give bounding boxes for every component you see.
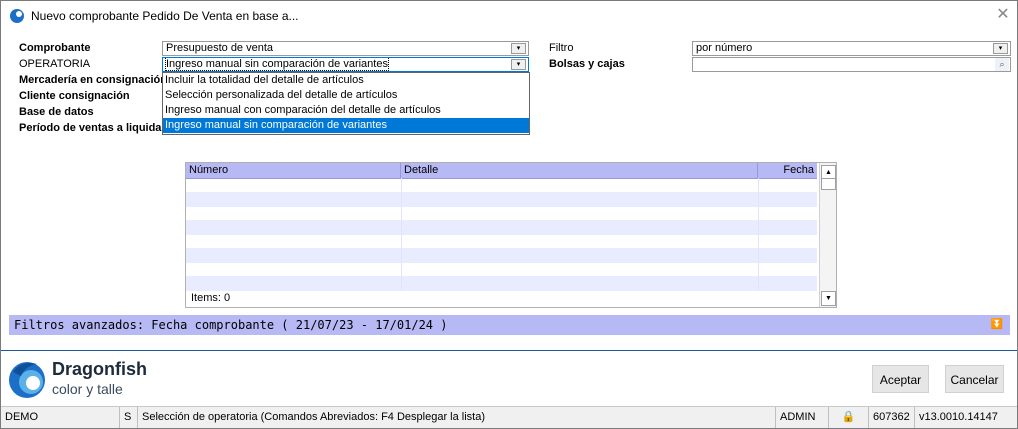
title-bar: Nuevo comprobante Pedido De Venta en bas… xyxy=(1,1,1017,31)
column-separator xyxy=(758,178,759,291)
table-row[interactable] xyxy=(186,193,817,207)
advanced-filters-bar[interactable]: Filtros avanzados: Fecha comprobante ( 2… xyxy=(9,315,1010,335)
mercaderia-consignacion-label: Mercadería en consignación xyxy=(19,74,167,86)
dragonfish-logo-icon xyxy=(9,362,45,398)
operatoria-dropdown-list[interactable]: Incluir la totalidad del detalle de artí… xyxy=(162,72,530,135)
status-code: 607362 xyxy=(869,407,915,428)
status-mode: S xyxy=(120,407,138,428)
dropdown-option[interactable]: Selección personalizada del detalle de a… xyxy=(163,88,529,103)
dropdown-option[interactable]: Incluir la totalidad del detalle de artí… xyxy=(163,73,529,88)
window-title: Nuevo comprobante Pedido De Venta en bas… xyxy=(31,9,299,23)
column-header-numero[interactable]: Número xyxy=(186,163,401,178)
chevron-down-icon[interactable]: ▾ xyxy=(511,43,526,54)
table-row[interactable] xyxy=(186,249,817,263)
column-header-detalle[interactable]: Detalle xyxy=(401,163,758,178)
table-row[interactable] xyxy=(186,207,817,221)
status-message: Selección de operatoria (Comandos Abrevi… xyxy=(138,407,776,428)
filtro-select[interactable]: por número ▾ xyxy=(692,41,1011,56)
accept-button[interactable]: Aceptar xyxy=(872,365,929,393)
operatoria-select[interactable]: Ingreso manual sin comparación de varian… xyxy=(162,57,529,72)
scroll-thumb[interactable] xyxy=(821,178,836,190)
scroll-down-icon[interactable]: ▼ xyxy=(821,291,836,306)
status-bar: DEMO S Selección de operatoria (Comandos… xyxy=(1,406,1017,428)
status-user: ADMIN xyxy=(776,407,829,428)
filtro-value: por número xyxy=(696,42,753,54)
table-row[interactable] xyxy=(186,179,817,193)
operatoria-label: OPERATORIA xyxy=(19,58,91,70)
dropdown-option-selected[interactable]: Ingreso manual sin comparación de varian… xyxy=(163,118,529,133)
column-separator xyxy=(401,178,402,291)
footer-divider xyxy=(1,350,1017,351)
bolsas-cajas-label: Bolsas y cajas xyxy=(549,58,625,70)
table-row[interactable] xyxy=(186,277,817,291)
chevron-down-icon[interactable]: ▾ xyxy=(993,43,1008,54)
periodo-ventas-label: Período de ventas a liquidar xyxy=(19,122,166,134)
comprobante-value: Presupuesto de venta xyxy=(166,42,274,54)
app-icon xyxy=(10,9,24,23)
table-row[interactable] xyxy=(186,235,817,249)
dropdown-option[interactable]: Ingreso manual con comparación del detal… xyxy=(163,103,529,118)
expand-icon[interactable]: ⏬ xyxy=(990,317,1004,332)
lock-icon: 🔒 xyxy=(829,407,869,428)
items-count: Items: 0 xyxy=(191,292,231,304)
table-row[interactable] xyxy=(186,221,817,235)
column-header-fecha[interactable]: Fecha xyxy=(758,163,817,178)
comprobante-label: Comprobante xyxy=(19,42,91,54)
close-icon[interactable]: ✕ xyxy=(995,6,1011,24)
cancel-button[interactable]: Cancelar xyxy=(945,365,1004,393)
base-de-datos-label: Base de datos xyxy=(19,106,94,118)
grid-scrollbar[interactable]: ▲ ▼ xyxy=(819,163,836,307)
table-row[interactable] xyxy=(186,263,817,277)
bolsas-cajas-input[interactable]: ⌕ xyxy=(692,57,1011,72)
grid-header: Número Detalle Fecha xyxy=(186,163,817,179)
brand-name: Dragonfish xyxy=(52,359,148,379)
brand-tagline: color y talle xyxy=(52,381,123,397)
results-grid[interactable]: Número Detalle Fecha Items: 0 ▲ ▼ xyxy=(185,162,837,308)
status-database: DEMO xyxy=(1,407,120,428)
chevron-down-icon[interactable]: ▾ xyxy=(511,59,526,70)
dialog-window: Nuevo comprobante Pedido De Venta en bas… xyxy=(0,0,1018,429)
cliente-consignacion-label: Cliente consignación xyxy=(19,90,130,102)
operatoria-value: Ingreso manual sin comparación de varian… xyxy=(165,58,389,71)
comprobante-select[interactable]: Presupuesto de venta ▾ xyxy=(162,41,529,56)
filtro-label: Filtro xyxy=(549,42,574,54)
magnifier-icon[interactable]: ⌕ xyxy=(995,58,1009,71)
status-version: v13.0010.14147 xyxy=(919,411,998,423)
advanced-filters-text: Filtros avanzados: Fecha comprobante ( 2… xyxy=(14,318,448,332)
